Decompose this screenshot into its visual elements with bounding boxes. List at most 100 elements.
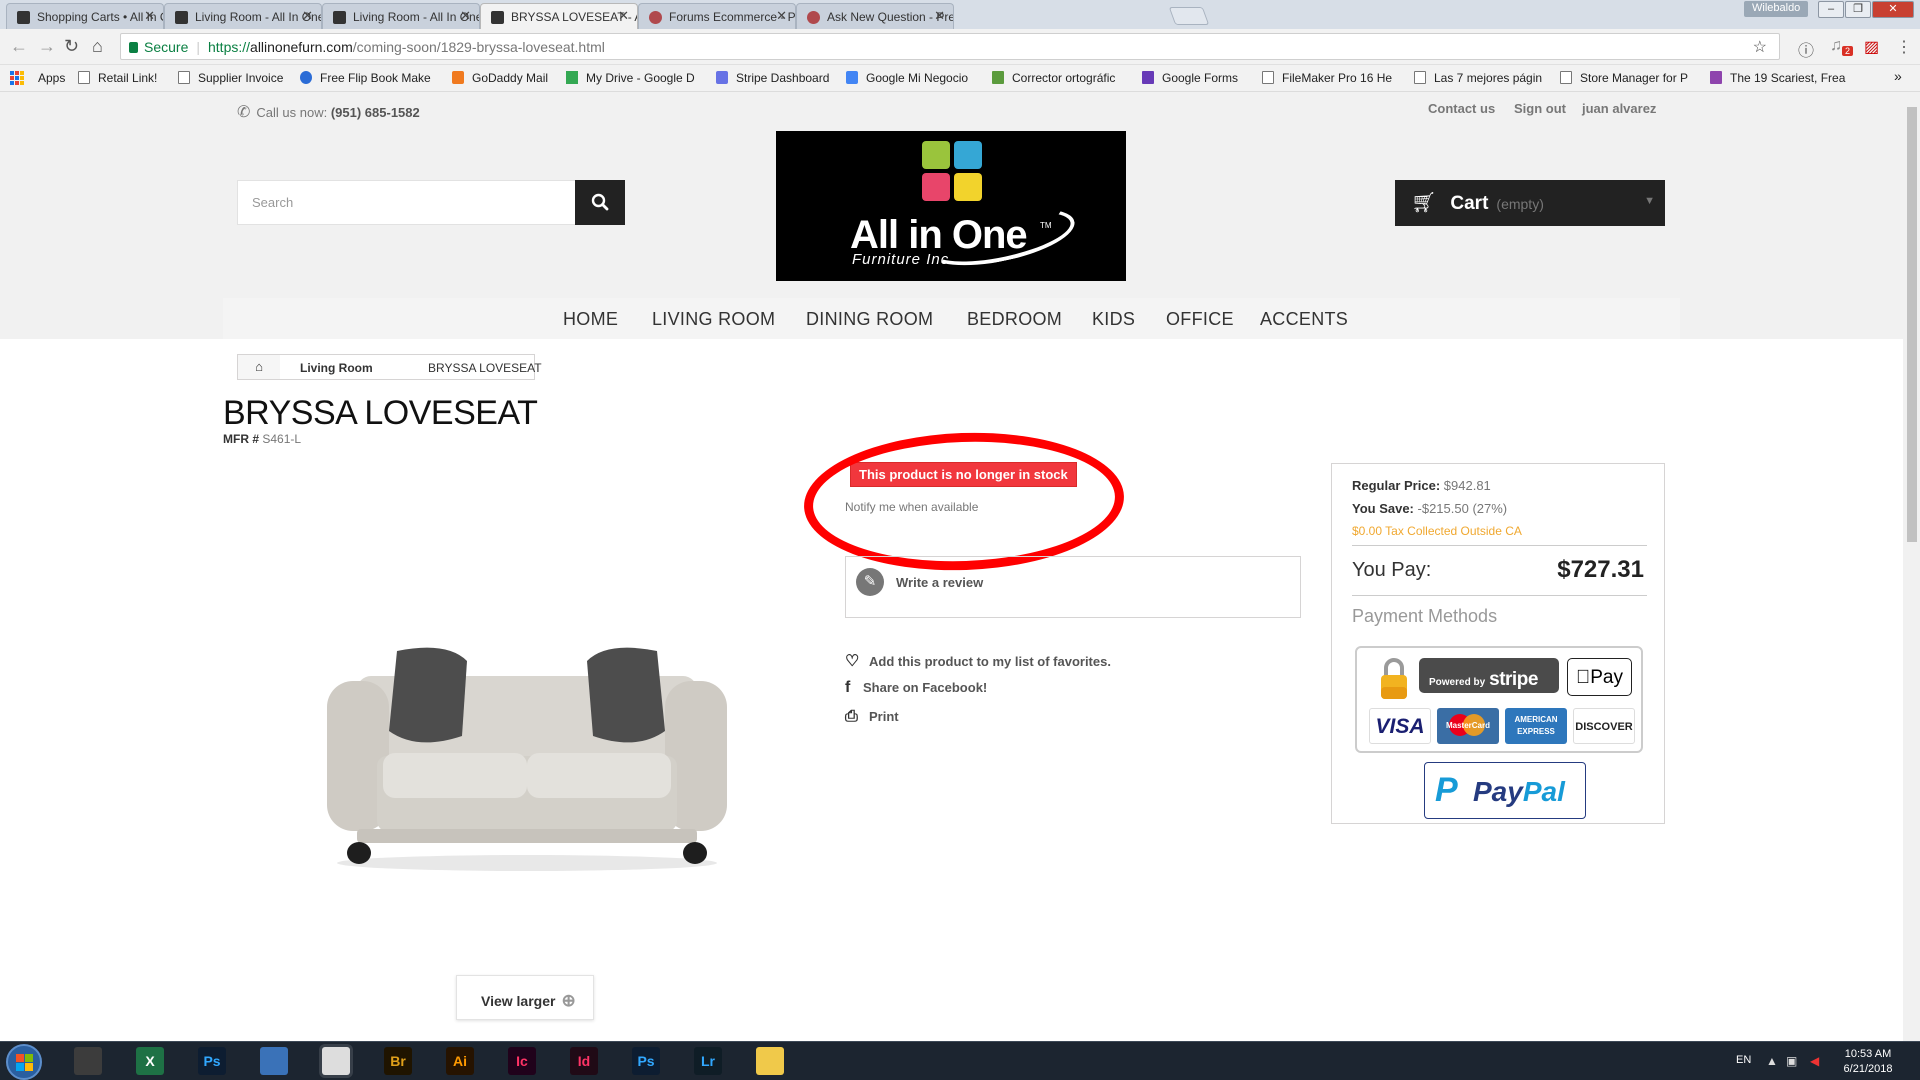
start-button[interactable] [6,1044,42,1080]
bookmark-label: GoDaddy Mail [472,71,549,85]
nav-bedroom[interactable]: BEDROOM [967,309,1062,330]
browser-tab[interactable]: Forums Ecommerce - Pre ✕ [638,3,796,29]
lightroom-icon[interactable]: Lr [694,1047,722,1075]
close-icon[interactable]: ✕ [302,8,313,24]
forum-icon [649,11,662,24]
network-icon[interactable]: ▣ [1786,1054,1797,1068]
task-manager-icon[interactable] [74,1047,102,1075]
bookmark-item[interactable]: My Drive - Google D [566,71,695,85]
illustrator-icon[interactable]: Ai [446,1047,474,1075]
cart-icon: 🛒︎ [1411,192,1437,214]
browser-tab[interactable]: Shopping Carts • All In O ✕ [6,3,164,29]
bookmark-item[interactable]: Supplier Invoice [178,71,283,85]
account-link[interactable]: juan alvarez [1582,101,1656,116]
bookmark-item[interactable]: FileMaker Pro 16 He [1262,71,1392,85]
browser-tab[interactable]: Living Room - All In One ✕ [322,3,480,29]
bookmark-item[interactable]: The 19 Scariest, Frea [1710,71,1845,85]
nav-kids[interactable]: KIDS [1092,309,1135,330]
red-annotation-circle [801,427,1127,576]
bookmark-item[interactable]: Las 7 mejores págin [1414,71,1542,85]
product-image[interactable] [237,579,813,1021]
bookmark-item[interactable]: Corrector ortográfic [992,71,1115,85]
close-icon[interactable]: ✕ [776,8,787,24]
page-icon [1560,71,1572,84]
close-icon[interactable]: ✕ [144,8,155,24]
system-clock[interactable]: 10:53 AM 6/21/2018 [1840,1047,1896,1077]
search-button[interactable] [575,180,625,225]
write-review-box[interactable]: ✎ Write a review [845,556,1301,618]
window-close-icon[interactable]: ✕ [1872,1,1914,18]
stripe-icon [716,71,728,84]
photoshop-icon[interactable]: Ps [198,1047,226,1075]
nav-home[interactable]: HOME [563,309,618,330]
contact-us-link[interactable]: Contact us [1428,101,1495,116]
bridge-icon[interactable]: Br [384,1047,412,1075]
indesign-icon[interactable]: Id [570,1047,598,1075]
nav-office[interactable]: OFFICE [1166,309,1234,330]
bookmark-item[interactable]: Google Mi Negocio [846,71,968,85]
bookmark-item[interactable]: Google Forms [1142,71,1238,85]
apps-grid-icon[interactable] [10,71,24,85]
sign-out-link[interactable]: Sign out [1514,101,1566,116]
page-scrollbar[interactable] [1903,92,1920,1041]
notification-extension-icon[interactable]: ♫ 2 [1830,37,1854,56]
breadcrumb: ⌂ Living Room BRYSSA LOVESEAT [237,354,542,380]
back-icon[interactable]: ← [10,36,28,57]
tray-expand-icon[interactable]: ▲ [1766,1054,1778,1068]
bookmark-label: Free Flip Book Make [320,71,431,85]
photoshop-icon-2[interactable]: Ps [632,1047,660,1075]
nav-accents[interactable]: ACCENTS [1260,309,1348,330]
maximize-icon[interactable]: ❐ [1845,1,1871,18]
new-tab-button[interactable] [1168,7,1210,25]
file-explorer-icon[interactable] [756,1047,784,1075]
close-icon[interactable]: ✕ [618,8,629,24]
bookmark-item[interactable]: Retail Link! [78,71,157,85]
bookmark-item[interactable]: Free Flip Book Make [300,71,431,85]
windows-taskbar: X Ps Br Ai Ic Id Ps Lr EN ▲ ▣ ◀ 10:53 AM 6/21/20… [0,1041,1920,1080]
share-facebook-link[interactable]: f Share on Facebook! [845,679,987,697]
browser-tab[interactable]: Ask New Question - Pres ✕ [796,3,954,29]
chrome-icon[interactable] [322,1047,350,1075]
caret-down-icon: ▼ [1644,195,1655,207]
reload-icon[interactable]: ↻ [64,36,79,57]
info-extension-icon[interactable]: ⓘ [1798,37,1814,61]
language-indicator[interactable]: EN [1736,1054,1751,1066]
volume-icon[interactable]: ◀ [1810,1054,1819,1068]
browser-tab-active[interactable]: BRYSSA LOVESEAT - All I ✕ [480,3,638,29]
scrollbar-thumb[interactable] [1907,107,1917,542]
discover-label: DISCOVER [1575,721,1633,733]
bookmark-item[interactable]: Stripe Dashboard [716,71,829,85]
forward-icon[interactable]: → [38,36,56,57]
close-icon[interactable]: ✕ [460,8,471,24]
page-icon [178,71,190,84]
nav-living-room[interactable]: LIVING ROOM [652,309,775,330]
view-larger-button[interactable]: View larger ⊕ [456,975,594,1020]
bookmark-item[interactable]: GoDaddy Mail [452,71,548,85]
add-to-favorites-link[interactable]: ♡ Add this product to my list of favorite… [845,651,1111,671]
browser-tab[interactable]: Living Room - All In One ✕ [164,3,322,29]
home-icon[interactable]: ⌂ [92,36,103,57]
bookmark-item[interactable]: Store Manager for P [1560,71,1688,85]
menu-icon[interactable]: ⋮ [1896,37,1912,57]
breadcrumb-home[interactable]: ⌂ [238,355,280,379]
nav-dining-room[interactable]: DINING ROOM [806,309,933,330]
bookmark-star-icon[interactable]: ☆ [1753,37,1767,57]
search-input[interactable]: Search [237,180,576,225]
windows-app-icon[interactable] [260,1047,288,1075]
address-bar[interactable]: Secure | https://allinonefurn.com/coming-s… [120,33,1780,60]
print-link[interactable]: ⎙ Print [845,708,899,726]
close-icon[interactable]: ✕ [934,8,945,24]
site-icon [491,11,504,24]
cart-button[interactable]: 🛒︎ Cart (empty) ▼ [1395,180,1665,226]
minimize-icon[interactable]: ‒ [1818,1,1844,18]
price-box: Regular Price: $942.81 You Save: -$215.5… [1331,463,1665,824]
regular-price-label: Regular Price: [1352,478,1441,493]
bookmark-apps[interactable]: Apps [38,71,65,85]
bookmarks-overflow-icon[interactable]: » [1894,68,1902,84]
profile-button[interactable]: Wilebaldo [1744,1,1809,17]
excel-icon[interactable]: X [136,1047,164,1075]
secure-label: Secure [144,39,189,55]
pdf-extension-icon[interactable]: ▨ [1864,37,1879,57]
incopy-icon[interactable]: Ic [508,1047,536,1075]
site-logo[interactable]: All in One TM Furniture Inc. [776,131,1126,281]
